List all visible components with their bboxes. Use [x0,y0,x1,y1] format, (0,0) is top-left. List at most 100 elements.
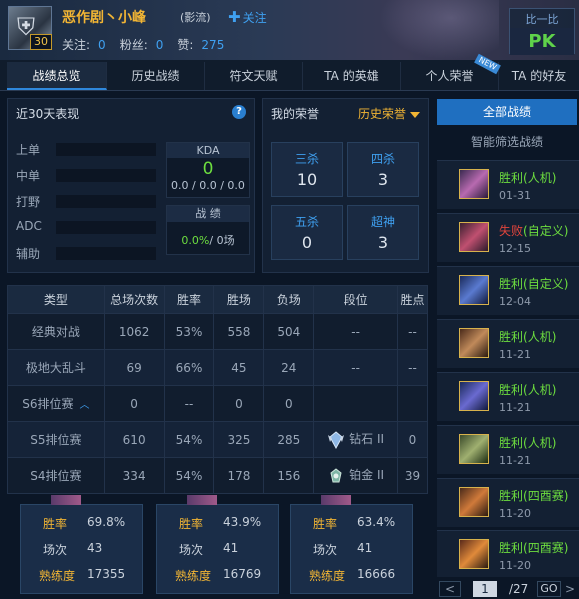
honor-label: 超神 [370,215,395,229]
tab-label: 历史战绩 [131,69,180,83]
tab-bar: 战绩总览 历史战绩 符文天赋 TA 的英雄 个人荣誉 NEW TA 的好友 [0,53,579,91]
match-result: 胜利 [499,171,524,185]
honor-value: 0 [301,233,313,252]
position-bar [56,169,156,182]
match-item[interactable]: 胜利(自定义) 12-04 [437,266,579,315]
kda-box: KDA 0 0.0 / 0.0 / 0.0 [166,142,250,198]
tier-cell: -- [313,313,398,350]
table-row: 经典对战 1062 53% 558 504 -- -- [7,313,428,350]
match-date: 01-31 [499,189,531,202]
mastery-label: 熟练度 [309,569,346,583]
profile-header: ⛨ 30 恶作剧丶小峰 (影流) ✚ 关注 关注: 0 粉丝: 0 赞: 275 比一比 P… [0,0,579,60]
match-mode: (人机) [523,171,557,185]
next-page-button[interactable]: > [563,581,577,597]
tab-overview[interactable]: 战绩总览 [7,62,107,90]
match-date: 11-20 [499,559,531,572]
champion-card[interactable]: 胜率 69.8% 场次 43 熟练度 17355 [20,495,143,594]
match-item[interactable]: 胜利(人机) 11-21 [437,319,579,368]
champion-avatar [459,275,489,305]
table-row: S5排位赛 610 54% 325 285 钻石 II 0 [7,421,428,458]
type-label: S6排位赛 [22,397,74,411]
match-result: 胜利 [499,330,524,344]
wins-cell: 0 [213,385,265,422]
player-name: 恶作剧丶小峰 [62,10,146,26]
losses-cell: 504 [263,313,315,350]
prev-page-button[interactable]: < [439,581,461,597]
social-stats: 关注: 0 粉丝: 0 赞: 275 [62,36,238,53]
match-item[interactable]: 胜利(人机) 11-21 [437,425,579,474]
match-date: 12-15 [499,242,531,255]
match-item[interactable]: 胜利(人机) 01-31 [437,160,579,209]
tab-history[interactable]: 历史战绩 [107,62,205,90]
page-input[interactable]: 1 [473,581,497,597]
mastery-value: 16769 [223,567,262,581]
position-label: 辅助 [16,247,41,261]
match-date: 12-04 [499,295,531,308]
tab-heroes[interactable]: TA 的英雄 [303,62,401,90]
position-row-adc: ADC [16,217,156,235]
honor-label: 三杀 [294,152,319,166]
champion-avatar [459,487,489,517]
champion-avatar [459,539,489,569]
honor-value: 10 [296,170,318,189]
honor-title: 我的荣誉 [271,107,320,121]
avatar[interactable]: ⛨ 30 [8,6,52,50]
column-header: 总场次数 [103,285,165,314]
pk-compare-button[interactable]: 比一比 PK [509,8,575,55]
games-value: 41 [357,541,373,555]
match-result: 胜利 [499,436,524,450]
total-cell: 610 [103,421,165,458]
match-result: 胜利 [499,383,524,397]
tab-runes[interactable]: 符文天赋 [205,62,303,90]
honor-card-triple: 三杀 10 [271,142,343,197]
position-row-top: 上单 [16,139,156,157]
total-cell: 1062 [103,313,165,350]
match-mode: (人机) [523,330,557,344]
match-item[interactable]: 失败(自定义) 12-15 [437,213,579,262]
points-cell: -- [397,349,428,386]
kda-value: 0 [202,159,214,179]
tier-cell [313,385,398,422]
rate-value: 63.4% [357,515,396,529]
tab-friends[interactable]: TA 的好友 [499,62,579,90]
match-mode: (四酉赛) [523,541,569,555]
match-mode: (四酉赛) [523,489,569,503]
pk-label: PK [510,28,574,55]
champion-card[interactable]: 胜率 63.4% 场次 41 熟练度 16666 [290,495,413,594]
position-bar [56,247,156,260]
match-item[interactable]: 胜利(人机) 11-21 [437,372,579,421]
tier-cell: -- [313,349,398,386]
match-result: 胜利 [499,489,524,503]
match-mode: (人机) [523,436,557,450]
pagination: < 1 /27 GO > [437,579,579,599]
honor-panel: 我的荣誉 历史荣誉 三杀 10 四杀 3 五杀 0 超神 3 [262,98,429,273]
tier-label: 钻石 II [349,432,385,447]
honor-history-dropdown[interactable]: 历史荣誉 [358,105,420,122]
losses-cell: 24 [263,349,315,386]
total-cell: 0 [103,385,165,422]
points-cell: 39 [397,457,428,494]
match-item[interactable]: 胜利(四酉赛) 11-20 [437,478,579,527]
table-row: S6排位赛 ︿ 0 -- 0 0 [7,385,428,422]
games-label: 场次 [43,543,68,557]
games-value: 41 [223,541,239,555]
region-label: (影流) [180,11,211,24]
chevron-up-icon[interactable]: ︿ [79,396,89,411]
position-row-mid: 中单 [16,165,156,183]
follow-button[interactable]: ✚ 关注 [228,8,267,26]
recent-title: 近30天表现 [16,107,80,121]
points-cell: 0 [397,421,428,458]
match-item[interactable]: 胜利(四酉赛) 11-20 [437,530,579,577]
go-button[interactable]: GO [537,581,561,597]
champion-card[interactable]: 胜率 43.9% 场次 41 熟练度 16769 [156,495,279,594]
smart-filter-button[interactable]: 智能筛选战绩 [437,128,577,156]
help-icon[interactable]: ? [232,105,246,119]
rate-cell: 66% [163,349,215,386]
tab-honors[interactable]: 个人荣誉 NEW [401,53,501,90]
position-label: 打野 [16,195,41,209]
losses-cell: 0 [263,385,315,422]
match-date: 11-21 [499,348,531,361]
all-matches-tab[interactable]: 全部战绩 [437,99,577,125]
honor-selector-label: 历史荣誉 [357,107,406,121]
follow-label: 关注 [242,11,267,25]
